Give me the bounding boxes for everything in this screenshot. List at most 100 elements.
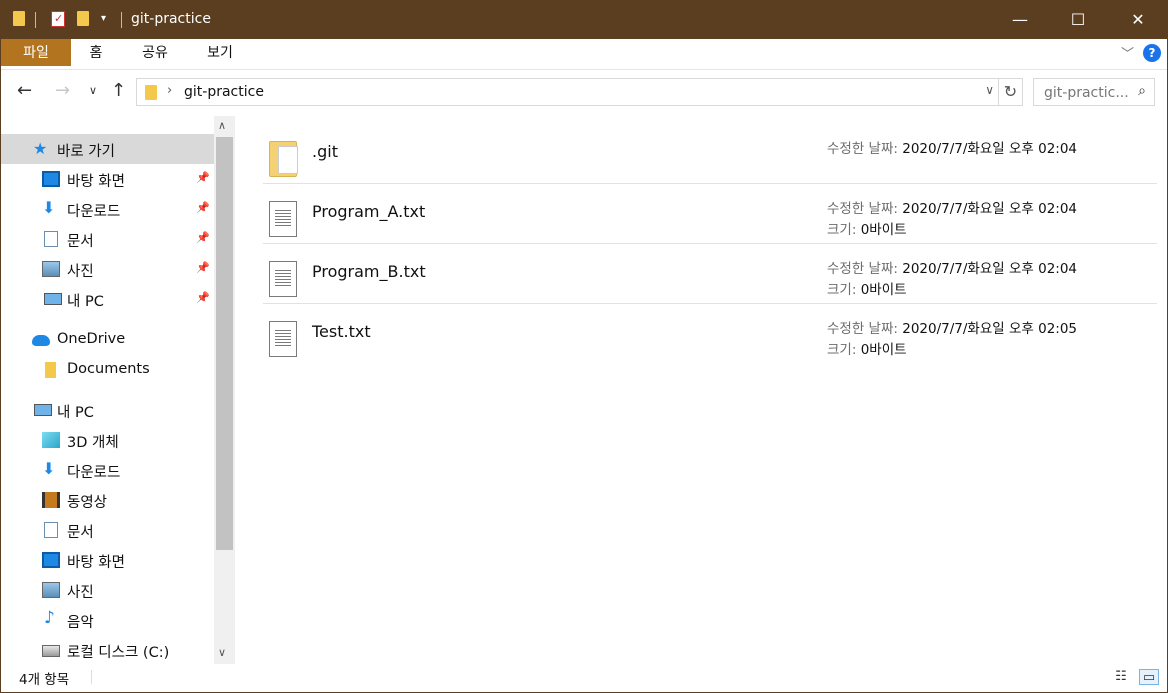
recent-locations-icon[interactable]: ∨ xyxy=(89,84,97,97)
file-modified: 수정한 날짜: 2020/7/7/화요일 오후 02:04 xyxy=(827,201,1078,217)
pin-icon[interactable]: 📌 xyxy=(196,231,210,244)
nav-item-documents[interactable]: 문서 📌 xyxy=(1,224,214,254)
nav-item-downloads-pc[interactable]: ⬇ 다운로드 xyxy=(1,455,214,485)
search-icon[interactable]: ⌕ xyxy=(1138,83,1146,99)
title-separator xyxy=(35,12,36,28)
large-icons-view-icon[interactable]: ▭ xyxy=(1139,669,1159,685)
pin-icon[interactable]: 📌 xyxy=(196,201,210,214)
tab-share[interactable]: 공유 xyxy=(135,39,175,67)
chevron-right-icon[interactable]: › xyxy=(167,83,172,98)
picture-icon xyxy=(42,261,60,277)
file-item[interactable]: Program_B.txt 수정한 날짜: 2020/7/7/화요일 오후 02… xyxy=(263,244,1157,304)
document-icon xyxy=(44,231,58,247)
new-folder-icon[interactable] xyxy=(77,11,89,26)
nav-item-downloads[interactable]: ⬇ 다운로드 📌 xyxy=(1,194,214,224)
window-title: git-practice xyxy=(131,11,211,27)
file-list: .git 수정한 날짜: 2020/7/7/화요일 오후 02:04 Progr… xyxy=(263,116,1168,664)
pin-icon[interactable]: 📌 xyxy=(196,291,210,304)
file-item[interactable]: Program_A.txt 수정한 날짜: 2020/7/7/화요일 오후 02… xyxy=(263,184,1157,244)
title-bar[interactable]: ▾ git-practice — ☐ ✕ xyxy=(1,1,1167,39)
up-arrow-icon[interactable]: ↑ xyxy=(111,80,126,101)
cube-icon xyxy=(42,432,60,448)
computer-icon xyxy=(34,404,52,416)
file-modified: 수정한 날짜: 2020/7/7/화요일 오후 02:04 xyxy=(827,261,1078,277)
music-icon: ♪ xyxy=(44,608,55,628)
file-item[interactable]: .git 수정한 날짜: 2020/7/7/화요일 오후 02:04 xyxy=(263,124,1157,184)
drive-icon xyxy=(42,645,60,657)
status-separator xyxy=(91,670,92,684)
folder-icon xyxy=(45,362,56,378)
nav-item-pictures[interactable]: 사진 📌 xyxy=(1,254,214,284)
text-file-icon xyxy=(269,321,297,357)
nav-item-quick-access[interactable]: ★ 바로 가기 xyxy=(1,134,214,164)
nav-item-pictures-pc[interactable]: 사진 xyxy=(1,575,214,605)
file-size: 크기: 0바이트 xyxy=(827,282,907,298)
nav-item-desktop-pc[interactable]: 바탕 화면 xyxy=(1,545,214,575)
chevron-down-icon[interactable]: ∨ xyxy=(985,83,994,97)
minimize-button[interactable]: — xyxy=(997,1,1043,39)
maximize-button[interactable]: ☐ xyxy=(1055,1,1101,39)
nav-item-music[interactable]: ♪ 음악 xyxy=(1,605,214,635)
close-button[interactable]: ✕ xyxy=(1115,1,1161,39)
file-size: 크기: 0바이트 xyxy=(827,342,907,358)
file-modified: 수정한 날짜: 2020/7/7/화요일 오후 02:05 xyxy=(827,321,1078,337)
back-arrow-icon[interactable]: ← xyxy=(17,80,32,101)
status-bar: 4개 항목 ☷ ▭ xyxy=(1,664,1167,692)
folder-icon xyxy=(145,85,157,100)
nav-item-local-disk[interactable]: 로컬 디스크 (C:) xyxy=(1,635,214,665)
scroll-down-icon[interactable]: ∨ xyxy=(218,646,226,659)
nav-item-this-pc[interactable]: 내 PC xyxy=(1,395,214,425)
nav-item-onedrive[interactable]: OneDrive xyxy=(1,325,214,355)
nav-item-videos[interactable]: 동영상 xyxy=(1,485,214,515)
text-file-icon xyxy=(269,261,297,297)
scroll-up-icon[interactable]: ∧ xyxy=(218,119,226,132)
address-path[interactable]: git-practice xyxy=(184,84,264,100)
computer-icon xyxy=(44,293,62,305)
pin-icon[interactable]: 📌 xyxy=(196,261,210,274)
properties-icon[interactable] xyxy=(51,11,65,27)
tab-file[interactable]: 파일 xyxy=(1,39,71,66)
explorer-window: ▾ git-practice — ☐ ✕ 파일 홈 공유 보기 ﹀ ? ← → … xyxy=(0,0,1168,693)
file-modified: 수정한 날짜: 2020/7/7/화요일 오후 02:04 xyxy=(827,141,1078,157)
file-name: Program_A.txt xyxy=(312,202,426,221)
tab-view[interactable]: 보기 xyxy=(200,39,240,67)
file-name: Test.txt xyxy=(312,322,371,341)
tab-home[interactable]: 홈 xyxy=(81,39,111,67)
text-file-icon xyxy=(269,201,297,237)
ribbon-expand-icon[interactable]: ﹀ xyxy=(1121,43,1134,62)
download-icon: ⬇ xyxy=(42,198,56,217)
file-size: 크기: 0바이트 xyxy=(827,222,907,238)
nav-item-documents-pc[interactable]: 문서 xyxy=(1,515,214,545)
video-icon xyxy=(42,492,60,508)
file-name: Program_B.txt xyxy=(312,262,426,281)
cloud-icon xyxy=(32,335,50,346)
nav-scrollbar[interactable]: ∧ ∨ xyxy=(214,116,235,664)
nav-item-onedrive-documents[interactable]: Documents xyxy=(1,355,214,385)
search-input[interactable]: git-practic... xyxy=(1044,85,1129,101)
document-icon xyxy=(44,522,58,538)
details-view-icon[interactable]: ☷ xyxy=(1111,669,1131,685)
star-icon: ★ xyxy=(33,139,48,158)
folder-icon xyxy=(13,11,25,26)
address-bar[interactable]: › git-practice ∨ xyxy=(136,78,999,106)
file-name: .git xyxy=(312,142,338,161)
search-box[interactable]: git-practic... ⌕ xyxy=(1033,78,1155,106)
title-separator xyxy=(121,12,122,28)
folder-icon xyxy=(269,141,298,177)
customize-toolbar-icon[interactable]: ▾ xyxy=(101,13,106,24)
desktop-icon xyxy=(42,171,60,187)
scrollbar-thumb[interactable] xyxy=(216,137,233,550)
desktop-icon xyxy=(42,552,60,568)
pin-icon[interactable]: 📌 xyxy=(196,171,210,184)
nav-item-desktop[interactable]: 바탕 화면 📌 xyxy=(1,164,214,194)
ribbon-tabs: 파일 홈 공유 보기 ﹀ ? xyxy=(1,39,1167,70)
nav-item-this-pc-pinned[interactable]: 내 PC 📌 xyxy=(1,284,214,314)
refresh-icon[interactable]: ↻ xyxy=(999,78,1023,106)
picture-icon xyxy=(42,582,60,598)
download-icon: ⬇ xyxy=(42,459,56,478)
forward-arrow-icon[interactable]: → xyxy=(55,80,70,101)
item-count: 4개 항목 xyxy=(19,672,70,688)
file-item[interactable]: Test.txt 수정한 날짜: 2020/7/7/화요일 오후 02:05 크… xyxy=(263,304,1157,364)
nav-item-3d-objects[interactable]: 3D 개체 xyxy=(1,425,214,455)
help-icon[interactable]: ? xyxy=(1143,44,1161,62)
